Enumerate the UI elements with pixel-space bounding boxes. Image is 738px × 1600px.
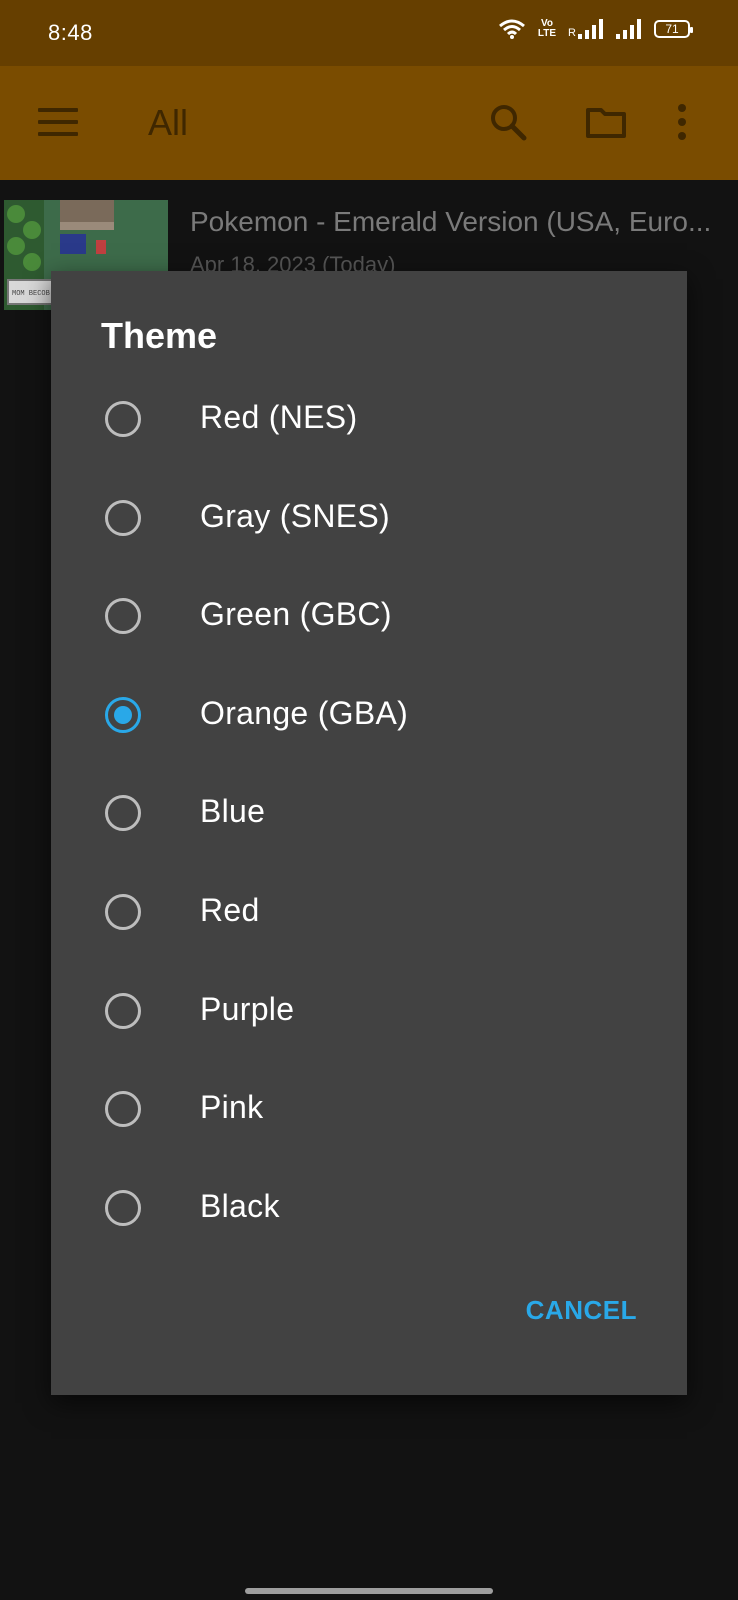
theme-dialog: Theme Red (NES) Gray (SNES) Green (GBC) … [51, 271, 687, 1395]
theme-option-black[interactable]: Black [51, 1160, 687, 1259]
option-label: Purple [200, 990, 295, 1027]
radio-checked-icon[interactable] [105, 696, 141, 733]
option-label: Gray (SNES) [200, 497, 390, 534]
radio-icon[interactable] [105, 893, 141, 930]
radio-icon[interactable] [105, 499, 141, 536]
option-label: Red [200, 891, 260, 928]
radio-icon[interactable] [105, 992, 141, 1029]
option-label: Blue [200, 793, 266, 830]
theme-option-purple[interactable]: Purple [51, 963, 687, 1062]
screen: 8:48 Vo LTE R 71 All MOM BECOB Pokemon -… [0, 0, 738, 1600]
option-label: Orange (GBA) [200, 694, 409, 731]
radio-icon[interactable] [105, 1091, 141, 1128]
option-label: Black [200, 1187, 280, 1224]
radio-icon[interactable] [105, 1189, 141, 1226]
gesture-nav-handle[interactable] [245, 1588, 493, 1594]
theme-option-pink[interactable]: Pink [51, 1061, 687, 1160]
option-label: Green (GBC) [200, 596, 392, 633]
theme-option-red-nes[interactable]: Red (NES) [51, 371, 687, 470]
option-label: Pink [200, 1089, 264, 1126]
theme-option-gray-snes[interactable]: Gray (SNES) [51, 470, 687, 569]
cancel-button[interactable]: CANCEL [526, 1295, 637, 1326]
radio-icon[interactable] [105, 401, 141, 437]
dialog-title: Theme [101, 315, 218, 356]
theme-option-orange-gba[interactable]: Orange (GBA) [51, 667, 687, 766]
theme-options: Red (NES) Gray (SNES) Green (GBC) Orange… [51, 371, 687, 1258]
radio-icon[interactable] [105, 795, 141, 832]
theme-option-blue[interactable]: Blue [51, 765, 687, 864]
theme-option-red[interactable]: Red [51, 864, 687, 963]
option-label: Red (NES) [200, 399, 358, 435]
radio-icon[interactable] [105, 598, 141, 635]
theme-option-green-gbc[interactable]: Green (GBC) [51, 568, 687, 667]
